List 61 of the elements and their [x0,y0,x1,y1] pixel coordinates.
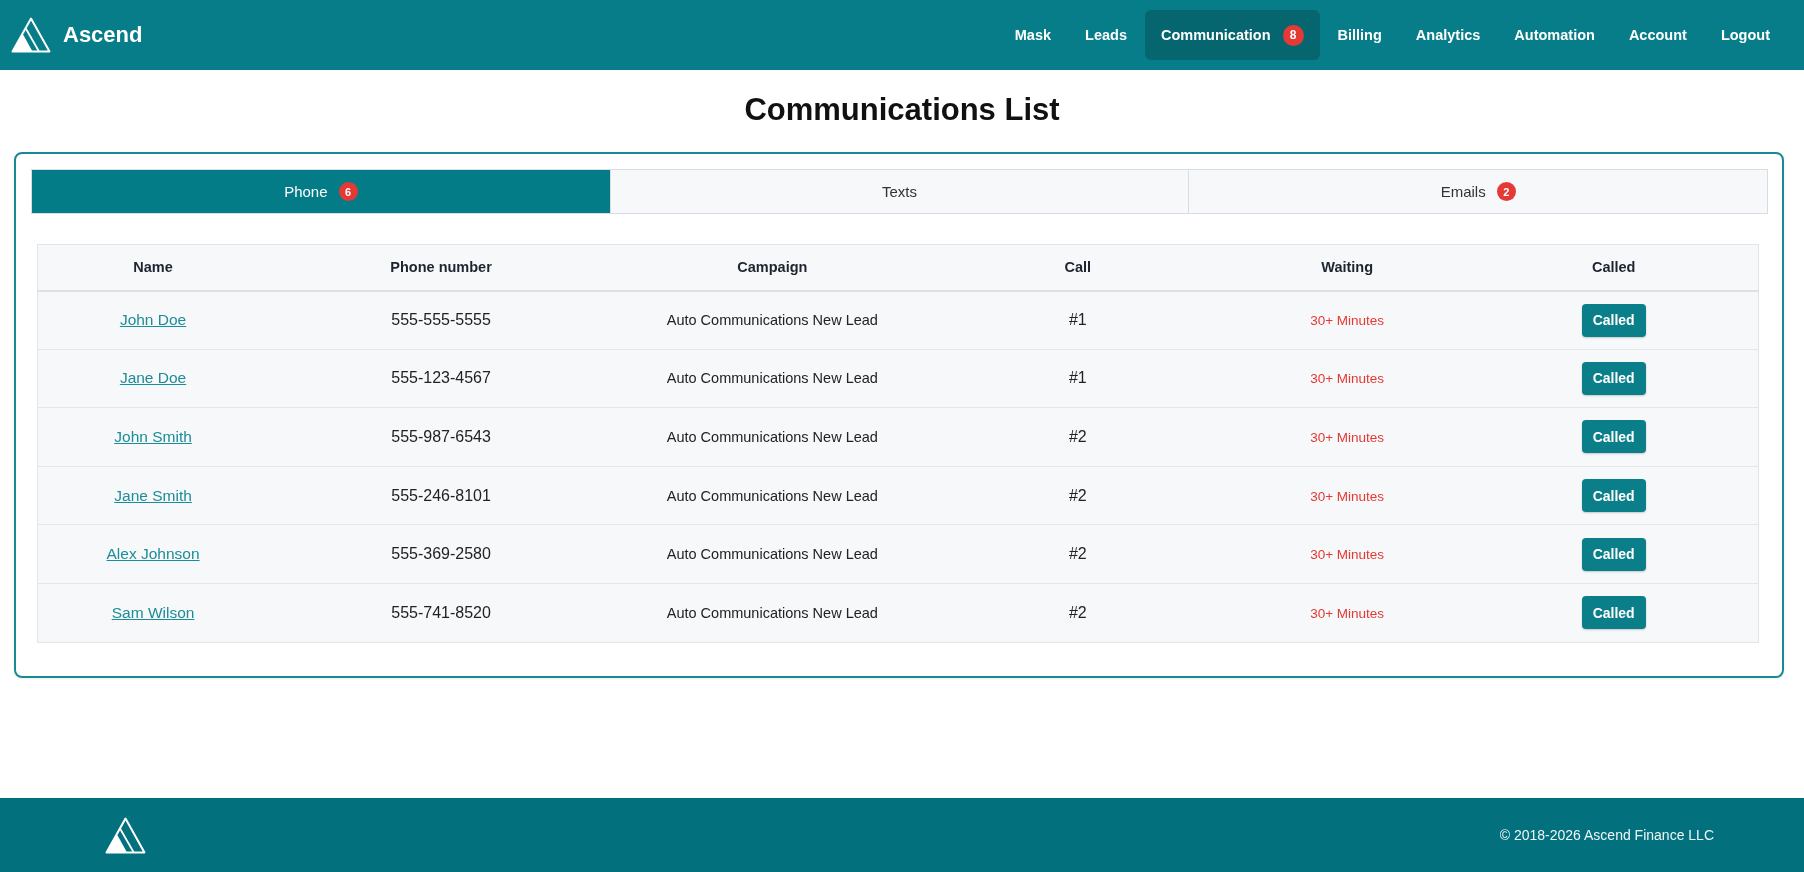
column-header: Call [930,244,1225,291]
contact-name-link[interactable]: John Doe [119,311,187,329]
campaign-name: Auto Communications New Lead [666,429,878,445]
waiting-time: 30+ Minutes [1310,430,1385,445]
triangle-logo-icon [105,816,146,854]
phone-number: 555-741-8520 [391,603,491,621]
called-button[interactable]: Called [1581,596,1646,630]
called-button[interactable]: Called [1581,479,1646,513]
brand-name: Ascend [63,22,143,48]
contact-name-link[interactable]: Sam Wilson [111,603,195,621]
column-header: Phone number [268,244,614,291]
nav-link[interactable]: Mask [998,10,1068,60]
call-number: #1 [1068,369,1087,387]
called-button[interactable]: Called [1581,303,1646,337]
nav-link[interactable]: Logout [1704,10,1786,60]
nav-link[interactable]: Leads [1069,10,1143,60]
campaign-name: Auto Communications New Lead [666,546,878,563]
phone-number: 555-246-8101 [391,486,491,504]
nav-link[interactable]: Communication 8 [1144,10,1320,60]
call-number: #2 [1068,603,1087,621]
phone-number: 555-123-4567 [391,369,491,387]
tab[interactable]: Emails 2 [1188,170,1767,213]
campaign-name: Auto Communications New Lead [666,487,878,504]
count-badge: 2 [1496,182,1516,201]
nav-link[interactable]: Account [1612,10,1703,60]
waiting-time: 30+ Minutes [1310,488,1385,504]
column-header: Called [1469,244,1759,291]
campaign-name: Auto Communications New Lead [666,370,878,387]
column-header: Waiting [1224,244,1470,291]
call-number: #2 [1068,428,1087,445]
count-badge: 6 [338,182,358,201]
waiting-time: 30+ Minutes [1310,313,1385,329]
waiting-time: 30+ Minutes [1310,371,1385,387]
waiting-time: 30+ Minutes [1310,547,1385,563]
copyright-text: © 2018-2026 Ascend Finance LLC [1499,827,1714,843]
called-button[interactable]: Called [1581,361,1646,395]
contact-name-link[interactable]: Alex Johnson [106,545,200,563]
nav-link[interactable]: Billing [1321,10,1398,60]
tab[interactable]: Texts [609,170,1189,213]
contact-name-link[interactable]: Jane Doe [119,369,187,387]
call-number: #1 [1068,311,1087,329]
nav-link[interactable]: Analytics [1399,10,1497,60]
call-number: #2 [1068,545,1087,563]
column-header: Name [37,244,269,291]
campaign-name: Auto Communications New Lead [666,604,878,621]
nav-link[interactable]: Automation [1498,10,1611,60]
contact-name-link[interactable]: John Smith [114,428,192,445]
campaign-name: Auto Communications New Lead [666,312,878,329]
contact-name-link[interactable]: Jane Smith [114,486,192,504]
page-title: Communications List [743,91,1061,129]
notification-badge: 8 [1282,24,1304,46]
phone-number: 555-555-5555 [391,311,491,329]
called-button[interactable]: Called [1581,420,1646,454]
phone-number: 555-987-6543 [391,428,491,445]
phone-number: 555-369-2580 [391,545,491,563]
call-number: #2 [1068,486,1087,504]
triangle-logo-icon [11,17,51,53]
tab[interactable]: Phone 6 [32,170,610,213]
waiting-time: 30+ Minutes [1310,605,1385,621]
column-header: Campaign [614,244,931,291]
called-button[interactable]: Called [1581,537,1646,571]
